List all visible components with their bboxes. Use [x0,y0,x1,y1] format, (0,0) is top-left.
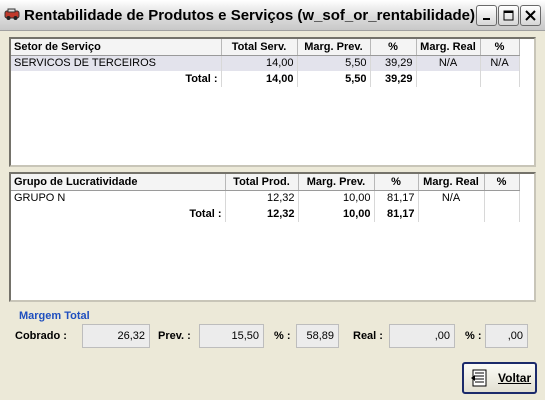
cell-pct-real [484,190,520,206]
minimize-button[interactable] [476,5,497,26]
close-button[interactable] [520,5,541,26]
cell-marg-real: N/A [418,190,485,206]
col-header-total-serv[interactable]: Total Serv. [221,39,298,56]
pct-prev-label: % : [274,330,291,342]
document-icon [471,369,487,387]
cell-pct-prev: 81,17 [374,190,419,206]
servicos-grid[interactable]: Setor de Serviço Total Serv. Marg. Prev.… [9,37,536,167]
total-value: 14,00 [221,71,298,87]
total-label: Total : [11,71,222,87]
cobrado-label: Cobrado : [15,330,67,342]
cobrado-field[interactable]: 26,32 [82,324,150,348]
col-header-marg-real[interactable]: Marg. Real [416,39,481,56]
real-label: Real : [353,330,383,342]
col-header-marg-real[interactable]: Marg. Real [418,174,485,191]
col-header-marg-prev[interactable]: Marg. Prev. [298,174,375,191]
total-pct: 39,29 [370,71,417,87]
cell-total: 14,00 [221,55,298,71]
produtos-header-row: Grupo de Lucratividade Total Prod. Marg.… [11,174,520,191]
total-marg-prev: 5,50 [297,71,371,87]
margem-total-title: Margem Total [19,310,90,322]
col-header-marg-prev[interactable]: Marg. Prev. [297,39,371,56]
servicos-header-row: Setor de Serviço Total Serv. Marg. Prev.… [11,39,520,56]
total-row: Total : 12,32 10,00 81,17 [11,206,520,222]
cell-marg-prev: 10,00 [298,190,375,206]
real-field[interactable]: ,00 [389,324,455,348]
col-header-pct-real[interactable]: % [480,39,520,56]
table-row[interactable]: GRUPO N 12,32 10,00 81,17 N/A [11,190,520,206]
pct-real-label: % : [465,330,482,342]
cell-marg-real: N/A [416,55,481,71]
title-bar[interactable]: Rentabilidade de Produtos e Serviços (w_… [0,0,545,31]
col-header-setor[interactable]: Setor de Serviço [11,39,222,56]
maximize-icon [503,10,514,21]
cell-marg-prev: 5,50 [297,55,371,71]
col-header-grupo[interactable]: Grupo de Lucratividade [11,174,226,191]
table-row[interactable]: SERVICOS DE TERCEIROS 14,00 5,50 39,29 N… [11,55,520,71]
app-icon [4,8,20,20]
cell-total: 12,32 [225,190,299,206]
col-header-pct-prev[interactable]: % [370,39,417,56]
voltar-label: Voltar [498,371,532,385]
col-header-pct-real[interactable]: % [484,174,520,191]
produtos-grid[interactable]: Grupo de Lucratividade Total Prod. Marg.… [9,172,536,302]
prev-field[interactable]: 15,50 [199,324,264,348]
prev-label: Prev. : [158,330,191,342]
total-marg-prev: 10,00 [298,206,375,222]
maximize-button[interactable] [498,5,519,26]
col-header-total-prod[interactable]: Total Prod. [225,174,299,191]
minimize-icon [482,17,490,20]
cell-grupo: GRUPO N [11,190,226,206]
total-label: Total : [11,206,226,222]
cell-pct-real: N/A [480,55,520,71]
total-value: 12,32 [225,206,299,222]
close-icon [525,10,536,21]
total-row: Total : 14,00 5,50 39,29 [11,71,520,87]
voltar-button[interactable]: Voltar [462,362,537,394]
col-header-pct-prev[interactable]: % [374,174,419,191]
cell-pct-prev: 39,29 [370,55,417,71]
total-pct: 81,17 [374,206,419,222]
window-title: Rentabilidade de Produtos e Serviços (w_… [24,7,475,24]
cell-setor: SERVICOS DE TERCEIROS [11,55,222,71]
pct-prev-field[interactable]: 58,89 [296,324,339,348]
pct-real-field[interactable]: ,00 [485,324,528,348]
